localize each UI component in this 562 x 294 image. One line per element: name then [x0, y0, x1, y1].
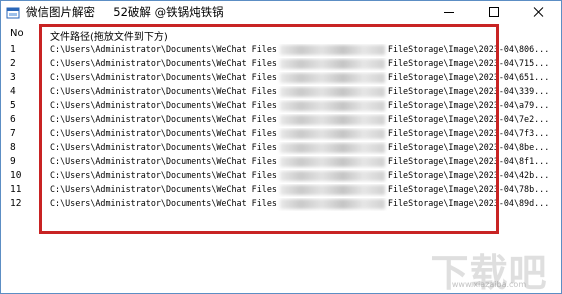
redacted-segment	[279, 156, 385, 167]
table-row[interactable]: 6 C:\Users\Administrator\Documents\WeCha…	[1, 113, 561, 127]
file-path: C:\Users\Administrator\Documents\WeChat …	[50, 184, 548, 197]
path-prefix: C:\Users\Administrator\Documents\WeChat …	[50, 100, 277, 110]
close-icon	[533, 7, 544, 17]
watermark: 下载吧 www.xiazaiba.com	[419, 237, 559, 293]
file-path: C:\Users\Administrator\Documents\WeChat …	[50, 128, 548, 141]
redacted-segment	[279, 58, 385, 69]
file-path: C:\Users\Administrator\Documents\WeChat …	[50, 114, 548, 127]
redacted-segment	[279, 44, 385, 55]
row-number: 11	[10, 184, 22, 195]
maximize-icon	[489, 7, 499, 17]
row-number: 5	[10, 100, 16, 111]
table-row[interactable]: 10 C:\Users\Administrator\Documents\WeCh…	[1, 169, 561, 183]
redacted-segment	[279, 142, 385, 153]
window-title: 微信图片解密 52破解 @铁锅炖铁锅	[26, 5, 224, 19]
redacted-segment	[279, 100, 385, 111]
path-prefix: C:\Users\Administrator\Documents\WeChat …	[50, 44, 277, 54]
file-path: C:\Users\Administrator\Documents\WeChat …	[50, 170, 548, 183]
file-path: C:\Users\Administrator\Documents\WeChat …	[50, 156, 548, 169]
table-row[interactable]: 4 C:\Users\Administrator\Documents\WeCha…	[1, 85, 561, 99]
file-path: C:\Users\Administrator\Documents\WeChat …	[50, 100, 548, 113]
table-row[interactable]: 8 C:\Users\Administrator\Documents\WeCha…	[1, 141, 561, 155]
path-suffix: FileStorage\Image\2023-04\7e2...	[387, 114, 548, 124]
column-header-no[interactable]: No	[10, 28, 24, 39]
table-row[interactable]: 5 C:\Users\Administrator\Documents\WeCha…	[1, 99, 561, 113]
redacted-segment	[279, 170, 385, 181]
row-number: 1	[10, 44, 16, 55]
path-prefix: C:\Users\Administrator\Documents\WeChat …	[50, 86, 277, 96]
redacted-segment	[279, 198, 385, 209]
file-path: C:\Users\Administrator\Documents\WeChat …	[50, 198, 548, 211]
table-header: No 文件路径(拖放文件到下方)	[1, 25, 541, 43]
row-number: 7	[10, 128, 16, 139]
path-prefix: C:\Users\Administrator\Documents\WeChat …	[50, 198, 277, 208]
app-window: 微信图片解密 52破解 @铁锅炖铁锅 No 文件路径(拖放文件到下方) 1 C:…	[0, 0, 562, 294]
redacted-segment	[279, 72, 385, 83]
path-suffix: FileStorage\Image\2023-04\651...	[387, 72, 548, 82]
path-suffix: FileStorage\Image\2023-04\7f3...	[387, 128, 548, 138]
file-list[interactable]: 1 C:\Users\Administrator\Documents\WeCha…	[1, 43, 561, 211]
path-prefix: C:\Users\Administrator\Documents\WeChat …	[50, 170, 277, 180]
maximize-button[interactable]	[471, 1, 516, 24]
redacted-segment	[279, 128, 385, 139]
path-prefix: C:\Users\Administrator\Documents\WeChat …	[50, 58, 277, 68]
minimize-icon	[444, 12, 454, 13]
redacted-segment	[279, 114, 385, 125]
row-number: 8	[10, 142, 16, 153]
row-number: 6	[10, 114, 16, 125]
path-suffix: FileStorage\Image\2023-04\8be...	[387, 142, 548, 152]
path-prefix: C:\Users\Administrator\Documents\WeChat …	[50, 128, 277, 138]
path-suffix: FileStorage\Image\2023-04\806...	[387, 44, 548, 54]
table-row[interactable]: 7 C:\Users\Administrator\Documents\WeCha…	[1, 127, 561, 141]
title-bar[interactable]: 微信图片解密 52破解 @铁锅炖铁锅	[1, 1, 561, 24]
path-prefix: C:\Users\Administrator\Documents\WeChat …	[50, 184, 277, 194]
app-icon	[6, 5, 20, 19]
table-row[interactable]: 3 C:\Users\Administrator\Documents\WeCha…	[1, 71, 561, 85]
row-number: 3	[10, 72, 16, 83]
row-number: 4	[10, 86, 16, 97]
path-suffix: FileStorage\Image\2023-04\339...	[387, 86, 548, 96]
row-number: 10	[10, 170, 22, 181]
path-prefix: C:\Users\Administrator\Documents\WeChat …	[50, 142, 277, 152]
path-suffix: FileStorage\Image\2023-04\715...	[387, 58, 548, 68]
path-suffix: FileStorage\Image\2023-04\89d...	[387, 198, 548, 208]
path-prefix: C:\Users\Administrator\Documents\WeChat …	[50, 156, 277, 166]
redacted-segment	[279, 184, 385, 195]
path-prefix: C:\Users\Administrator\Documents\WeChat …	[50, 114, 277, 124]
path-suffix: FileStorage\Image\2023-04\8f1...	[387, 156, 548, 166]
file-path: C:\Users\Administrator\Documents\WeChat …	[50, 58, 548, 71]
close-button[interactable]	[516, 1, 561, 24]
row-number: 9	[10, 156, 16, 167]
table-row[interactable]: 12 C:\Users\Administrator\Documents\WeCh…	[1, 197, 561, 211]
path-suffix: FileStorage\Image\2023-04\a79...	[387, 100, 548, 110]
minimize-button[interactable]	[426, 1, 471, 24]
file-path: C:\Users\Administrator\Documents\WeChat …	[50, 86, 548, 99]
row-number: 2	[10, 58, 16, 69]
file-path: C:\Users\Administrator\Documents\WeChat …	[50, 44, 548, 57]
column-header-path[interactable]: 文件路径(拖放文件到下方)	[50, 28, 168, 43]
table-row[interactable]: 9 C:\Users\Administrator\Documents\WeCha…	[1, 155, 561, 169]
path-suffix: FileStorage\Image\2023-04\42b...	[387, 170, 548, 180]
file-path: C:\Users\Administrator\Documents\WeChat …	[50, 72, 548, 85]
table-row[interactable]: 2 C:\Users\Administrator\Documents\WeCha…	[1, 57, 561, 71]
row-number: 12	[10, 198, 22, 209]
table-row[interactable]: 11 C:\Users\Administrator\Documents\WeCh…	[1, 183, 561, 197]
redacted-segment	[279, 86, 385, 97]
path-prefix: C:\Users\Administrator\Documents\WeChat …	[50, 72, 277, 82]
file-path: C:\Users\Administrator\Documents\WeChat …	[50, 142, 548, 155]
watermark-url: www.xiazaiba.com	[451, 280, 527, 289]
table-row[interactable]: 1 C:\Users\Administrator\Documents\WeCha…	[1, 43, 561, 57]
path-suffix: FileStorage\Image\2023-04\78b...	[387, 184, 548, 194]
